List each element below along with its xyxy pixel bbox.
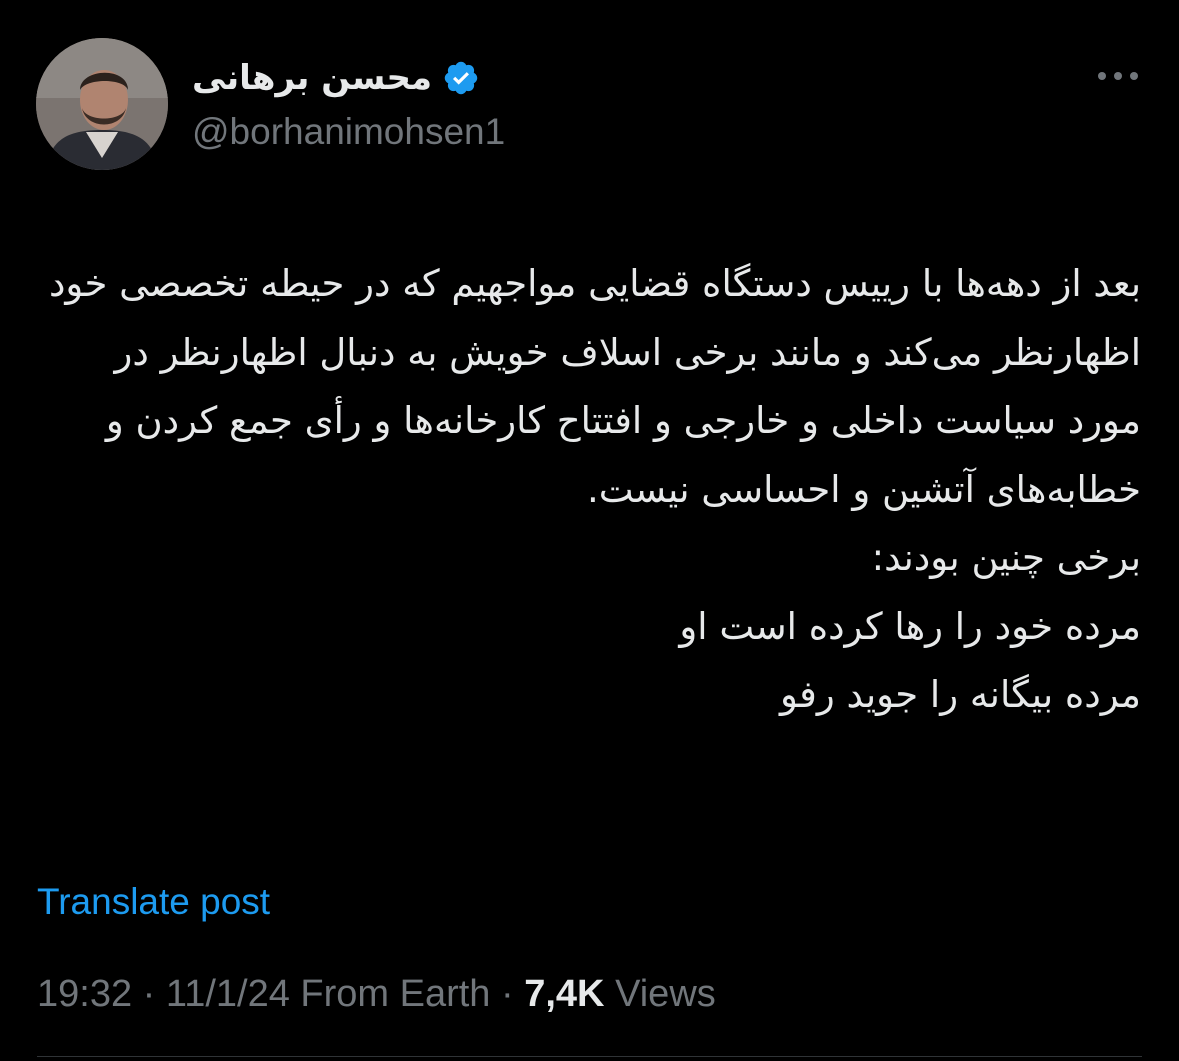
tweet-date[interactable]: 11/1/24 <box>166 973 290 1015</box>
tweet-meta: 19:32 · 11/1/24 From Earth · 7,4K Views <box>37 968 716 1020</box>
translate-post-link[interactable]: Translate post <box>37 878 270 926</box>
divider <box>37 1056 1142 1057</box>
author-display-name[interactable]: محسن برهانی <box>192 52 432 104</box>
tweet-text: بعد از دهه‌ها با رییس دستگاه قضایی مواجه… <box>48 262 1141 716</box>
author-avatar[interactable] <box>36 38 168 170</box>
views-label: Views <box>615 973 716 1015</box>
author-handle[interactable]: @borhanimohsen1 <box>192 108 505 156</box>
tweet-header: محسن برهانی @borhanimohsen1 <box>0 0 1179 190</box>
author-name-row: محسن برهانی <box>192 52 480 104</box>
avatar-image <box>36 38 168 170</box>
more-options-button[interactable] <box>1088 58 1148 94</box>
meta-separator: · <box>142 973 166 1015</box>
tweet-time[interactable]: 19:32 <box>37 973 132 1015</box>
tweet-source: From Earth <box>300 973 491 1015</box>
meta-separator: · <box>501 973 525 1015</box>
more-horizontal-icon <box>1098 72 1138 80</box>
views-count[interactable]: 7,4K <box>524 973 604 1015</box>
verified-badge-icon[interactable] <box>442 59 480 97</box>
